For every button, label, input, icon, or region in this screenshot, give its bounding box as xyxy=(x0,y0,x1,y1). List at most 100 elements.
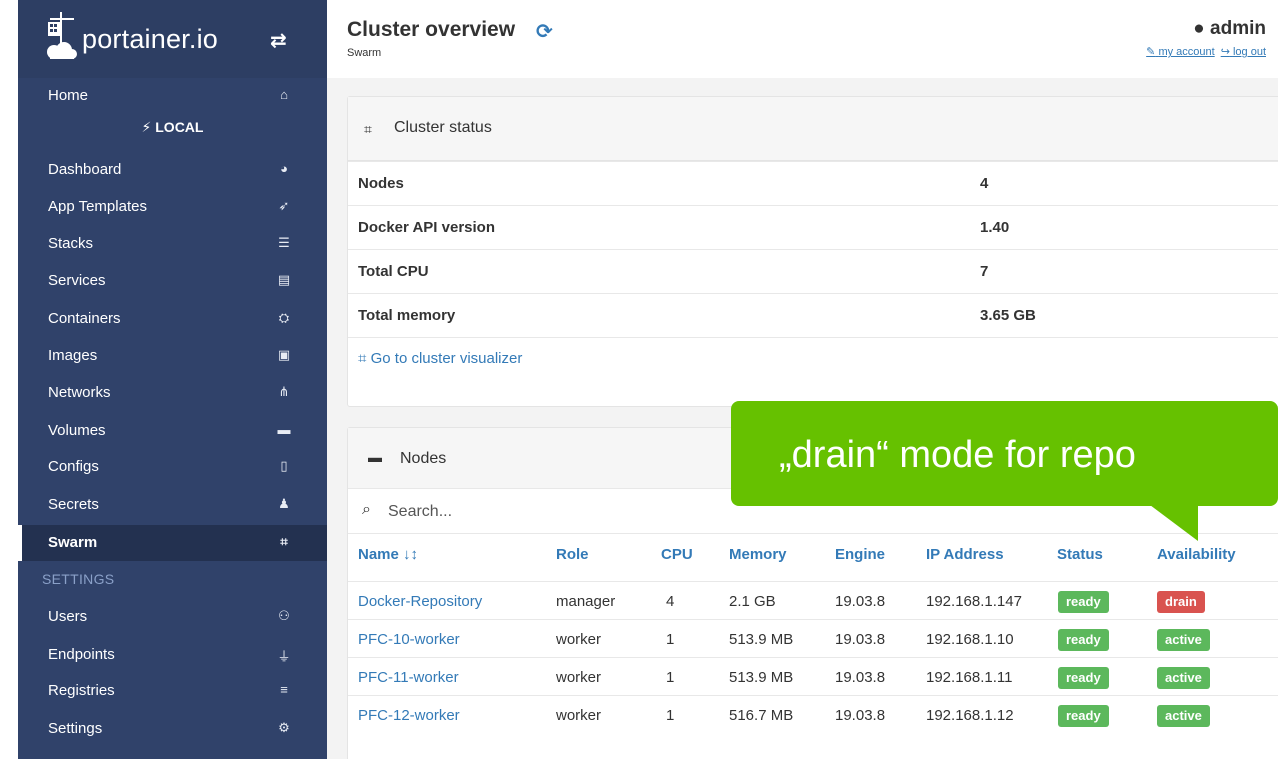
table-row: PFC-11-worker worker 1 513.9 MB 19.03.8 … xyxy=(348,657,1278,695)
hdd-icon: ▬ xyxy=(368,449,382,465)
my-account-label: my account xyxy=(1158,46,1215,58)
cluster-visualizer-link[interactable]: ⌗ Go to cluster visualizer xyxy=(358,350,522,367)
sidebar-item-home[interactable]: Home ⌂ xyxy=(18,78,327,114)
node-cpu: 1 xyxy=(666,669,675,686)
sidebar-item-secrets[interactable]: Secrets ♟ xyxy=(18,487,327,523)
table-row: PFC-10-worker worker 1 513.9 MB 19.03.8 … xyxy=(348,619,1278,657)
row-key: Docker API version xyxy=(358,219,495,236)
search-input[interactable] xyxy=(388,499,688,525)
user-name-label: admin xyxy=(1210,18,1266,39)
sidebar-item-stacks[interactable]: Stacks ☰ xyxy=(18,226,327,262)
annotation-text: „drain“ mode for repo xyxy=(779,434,1136,476)
node-name-link[interactable]: PFC-11-worker xyxy=(358,669,459,686)
node-role: worker xyxy=(556,707,602,724)
node-engine: 19.03.8 xyxy=(835,669,886,686)
endpoint-name: ⚡ LOCAL xyxy=(18,119,327,136)
node-engine: 19.03.8 xyxy=(835,631,886,648)
sidebar-item-label: Networks xyxy=(48,384,111,401)
sidebar-item-services[interactable]: Services ▤ xyxy=(18,263,327,299)
sidebar-item-endpoints[interactable]: Endpoints ⏚ xyxy=(18,637,327,673)
column-header-ip-address[interactable]: IP Address xyxy=(926,546,1004,563)
sidebar-item-label: Endpoints xyxy=(48,646,115,663)
cluster-status-panel: ⌗ Cluster status Nodes 4 Docker API vers… xyxy=(347,96,1278,407)
settings-heading: SETTINGS xyxy=(42,571,115,587)
cogs-icon: ⚙ xyxy=(278,720,290,735)
column-header-engine[interactable]: Engine xyxy=(835,546,885,563)
sidebar-item-label: Dashboard xyxy=(48,161,122,178)
brand-name: portainer.io xyxy=(82,24,218,54)
object-group-icon: ⌗ xyxy=(358,350,367,367)
portainer-logo-icon xyxy=(47,12,77,59)
node-memory: 513.9 MB xyxy=(729,631,794,648)
services-icon: ▤ xyxy=(277,272,291,287)
sidebar-item-users[interactable]: Users ⚇ xyxy=(18,599,327,635)
node-name-link[interactable]: Docker-Repository xyxy=(358,593,482,610)
node-memory: 516.7 MB xyxy=(729,707,794,724)
availability-badge: active xyxy=(1157,629,1210,651)
status-badge: ready xyxy=(1058,705,1109,727)
sidebar-item-app-templates[interactable]: App Templates ➶ xyxy=(18,189,327,225)
log-out-link[interactable]: ↪ log out xyxy=(1221,46,1266,58)
column-header-availability[interactable]: Availability xyxy=(1157,546,1236,563)
sidebar-item-swarm[interactable]: Swarm ⌗ xyxy=(18,525,327,561)
row-key: Nodes xyxy=(358,175,404,192)
table-row: Docker-Repository manager 4 2.1 GB 19.03… xyxy=(348,581,1278,619)
sidebar-toggle-icon[interactable]: ⇄ xyxy=(270,28,287,53)
annotation-callout: „drain“ mode for repo xyxy=(731,401,1278,506)
sidebar-item-label: Settings xyxy=(48,720,103,737)
search-icon: ⌕ xyxy=(362,501,371,518)
rocket-icon: ➶ xyxy=(278,198,290,213)
sidebar-item-label: Images xyxy=(48,347,98,364)
cluster-status-header: ⌗ Cluster status xyxy=(348,97,1278,161)
node-name-link[interactable]: PFC-12-worker xyxy=(358,707,460,724)
node-role: worker xyxy=(556,631,602,648)
sidebar-item-containers[interactable]: Containers ⛭ xyxy=(18,301,327,337)
row-key: Total CPU xyxy=(358,263,429,280)
node-role: worker xyxy=(556,669,602,686)
column-header-role[interactable]: Role xyxy=(556,546,589,563)
refresh-icon[interactable]: ⟳ xyxy=(536,19,553,44)
sidebar-item-dashboard[interactable]: Dashboard ◕ xyxy=(18,152,327,188)
app-root: portainer.io ⇄ Home ⌂ ⚡ LOCAL Dashboard … xyxy=(0,0,1278,759)
my-account-link[interactable]: ✎ my account xyxy=(1146,46,1215,58)
sidebar-item-label: Stacks xyxy=(48,235,94,252)
sidebar-item-volumes[interactable]: Volumes ▬ xyxy=(18,413,327,449)
node-engine: 19.03.8 xyxy=(835,593,886,610)
sign-out-icon: ↪ xyxy=(1220,46,1230,58)
sitemap-icon: ⋔ xyxy=(278,384,290,399)
list-icon: ☰ xyxy=(278,235,290,250)
column-header-cpu[interactable]: CPU xyxy=(661,546,693,563)
sidebar-item-label: Volumes xyxy=(48,422,106,439)
cluster-status-row: Docker API version 1.40 xyxy=(348,205,1278,249)
node-name-link[interactable]: PFC-10-worker xyxy=(358,631,460,648)
sidebar-item-settings[interactable]: Settings ⚙ xyxy=(18,711,327,747)
visualizer-link-label: Go to cluster visualizer xyxy=(370,350,523,367)
node-cpu: 1 xyxy=(666,707,675,724)
row-value: 1.40 xyxy=(980,219,1010,236)
brand[interactable]: portainer.io ⇄ xyxy=(18,0,327,78)
node-memory: 513.9 MB xyxy=(729,669,794,686)
images-icon: ▣ xyxy=(277,347,291,362)
cluster-status-row: Total CPU 7 xyxy=(348,249,1278,293)
node-engine: 19.03.8 xyxy=(835,707,886,724)
sidebar-item-label: Containers xyxy=(48,310,121,327)
sidebar-item-registries[interactable]: Registries ≡ xyxy=(18,673,327,709)
object-group-icon: ⌗ xyxy=(280,534,288,549)
sidebar-item-images[interactable]: Images ▣ xyxy=(18,338,327,374)
row-value: 4 xyxy=(980,175,989,192)
users-icon: ⚇ xyxy=(278,608,290,623)
database-icon: ≡ xyxy=(280,682,288,697)
file-code-icon: ▯ xyxy=(280,458,288,473)
sidebar-item-networks[interactable]: Networks ⋔ xyxy=(18,375,327,411)
node-ip: 192.168.1.11 xyxy=(926,669,1013,686)
sidebar-item-label: App Templates xyxy=(48,198,147,215)
column-header-status[interactable]: Status xyxy=(1057,546,1103,563)
column-header-memory[interactable]: Memory xyxy=(729,546,787,563)
node-cpu: 4 xyxy=(666,593,675,610)
row-value: 7 xyxy=(980,263,989,280)
plug-icon: ⚡ xyxy=(141,119,152,135)
column-header-name[interactable]: Name ↓↕ xyxy=(358,546,418,563)
cluster-status-row: Total memory 3.65 GB xyxy=(348,293,1278,337)
sidebar-item-label: Home xyxy=(48,87,89,104)
sidebar-item-configs[interactable]: Configs ▯ xyxy=(18,449,327,485)
